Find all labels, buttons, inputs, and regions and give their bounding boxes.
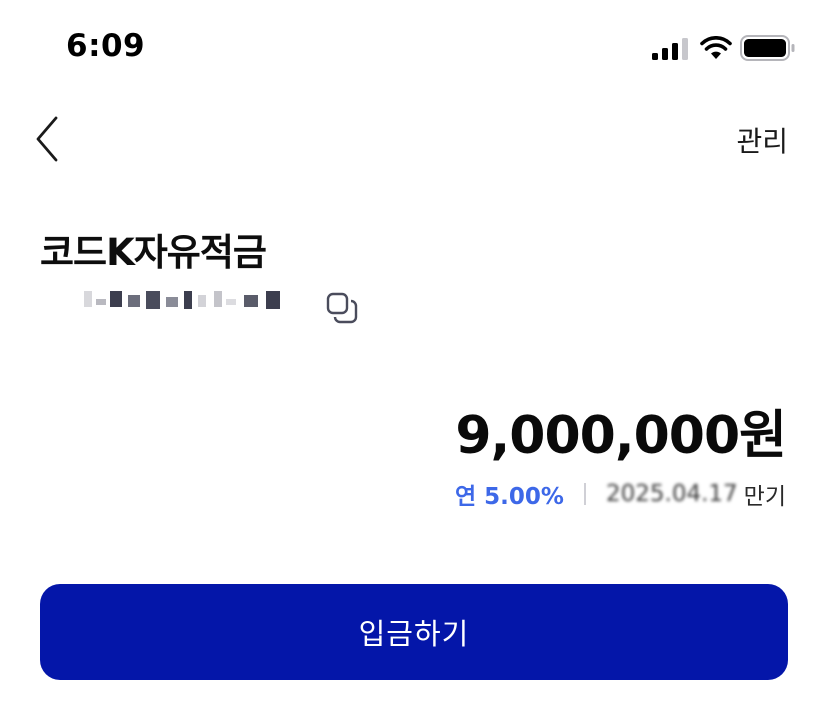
manage-button[interactable]: 관리	[736, 120, 788, 160]
signal-icon	[652, 38, 688, 60]
interest-rate: 연 5.00%	[455, 484, 564, 510]
status-bar: 6:09	[0, 0, 828, 100]
battery-icon	[740, 35, 795, 61]
divider	[583, 483, 586, 505]
wifi-icon	[700, 36, 732, 59]
account-title: 코드K자유적금	[40, 231, 267, 274]
copy-icon[interactable]	[325, 291, 359, 325]
deposit-button-label: 입금하기	[358, 617, 470, 651]
balance-amount: 9,000,000원	[455, 406, 787, 466]
maturity-label: 만기	[743, 484, 786, 510]
account-number-masked	[84, 287, 296, 309]
status-time: 6:09	[66, 28, 146, 64]
back-button[interactable]	[26, 114, 70, 164]
chevron-left-icon	[36, 116, 58, 162]
rate-maturity-row: 연 5.00% 2025.04.17 만기	[455, 476, 786, 512]
deposit-button[interactable]: 입금하기	[40, 584, 788, 680]
maturity-date: 2025.04.17	[605, 481, 738, 507]
nav-bar: 관리	[0, 100, 828, 180]
